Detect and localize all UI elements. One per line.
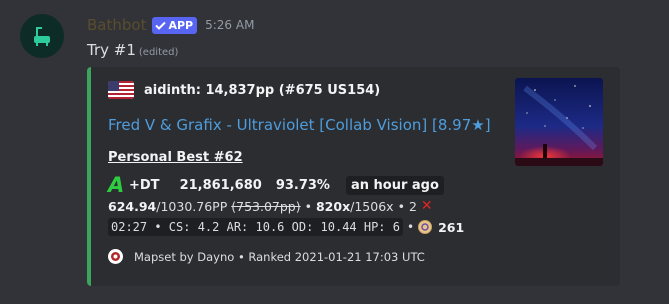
field-name: Personal Best #62 xyxy=(108,150,243,165)
bot-avatar[interactable] xyxy=(20,14,64,58)
pp-max: /1030.76PP xyxy=(156,198,228,214)
osu-circle-icon xyxy=(418,220,433,234)
embed-title[interactable]: Fred V & Grafix - Ultraviolet [Collab Vi… xyxy=(108,116,491,134)
beatmap-thumbnail[interactable] xyxy=(515,78,603,166)
message-content: Try #1 (edited) xyxy=(87,41,178,59)
separator: • xyxy=(397,198,405,214)
miss-icon: ✕ xyxy=(420,198,433,214)
pp-combo-line: 624.94 /1030.76PP (753.07pp) • 820x /150… xyxy=(108,198,433,214)
message-text: Try #1 xyxy=(87,41,136,59)
score-line: A +DT 21,861,680 93.73% an hour ago xyxy=(108,173,444,197)
check-icon xyxy=(155,21,167,30)
bathtub-icon xyxy=(34,27,50,46)
max-combo: /1506x xyxy=(350,198,394,214)
username[interactable]: Bathbot xyxy=(87,16,146,34)
pp-value: 624.94 xyxy=(108,198,157,214)
embed-author: aidinth: 14,837pp (#675 US154) xyxy=(108,81,380,99)
edited-label: (edited) xyxy=(138,47,179,58)
pp-fc: (753.07pp) xyxy=(231,198,301,214)
osu-logo-icon xyxy=(108,249,123,264)
grade-a-icon: A xyxy=(108,173,125,197)
timestamp[interactable]: 5:26 AM xyxy=(205,18,254,32)
separator: • xyxy=(304,198,312,214)
separator: • xyxy=(406,220,415,234)
mods: +DT xyxy=(129,177,160,193)
map-stats: 02:27 • CS: 4.2 AR: 10.6 OD: 10.44 HP: 6 xyxy=(108,218,403,236)
app-badge-label: APP xyxy=(168,18,194,32)
time-ago: an hour ago xyxy=(345,175,444,195)
footer-text: Mapset by Dayno • Ranked 2021-01-21 17:0… xyxy=(134,249,425,264)
embed: aidinth: 14,837pp (#675 US154) Fred V & … xyxy=(87,67,620,286)
combo: 820x xyxy=(315,198,351,214)
circle-count: 261 xyxy=(438,219,465,235)
map-stats-line: 02:27 • CS: 4.2 AR: 10.6 OD: 10.44 HP: 6… xyxy=(108,218,464,236)
app-badge: APP xyxy=(152,16,198,34)
accuracy: 93.73% xyxy=(275,177,330,193)
miss-count: 2 xyxy=(408,198,417,214)
embed-footer: Mapset by Dayno • Ranked 2021-01-21 17:0… xyxy=(108,249,425,264)
message-header: Bathbot APP 5:26 AM xyxy=(87,16,254,34)
score: 21,861,680 xyxy=(179,177,262,193)
us-flag-icon xyxy=(108,81,134,99)
author-name[interactable]: aidinth: 14,837pp (#675 US154) xyxy=(144,83,380,98)
